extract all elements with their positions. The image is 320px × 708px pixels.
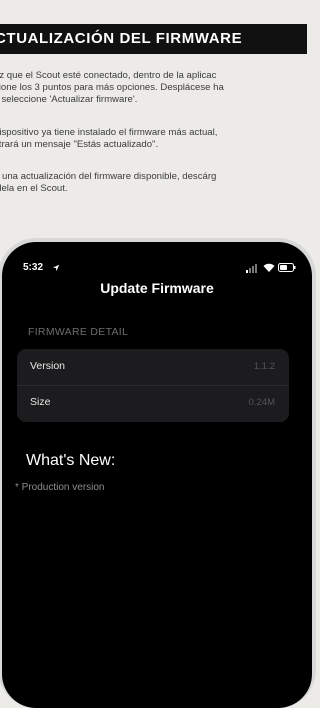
status-bar: 5:32 — [2, 262, 312, 276]
size-label: Size — [30, 396, 51, 408]
version-value: 1.1.2 — [253, 361, 275, 372]
whats-new-item: * Production version — [15, 482, 105, 493]
version-label: Version — [30, 360, 66, 372]
size-value: 0.24M — [248, 397, 275, 408]
cellular-signal-icon — [246, 264, 257, 273]
detail-row-version: Version 1.1.2 — [17, 349, 289, 386]
phone-frame: 5:32 Update Firmware FIRMWARE DETAIL Ver… — [0, 238, 316, 708]
firmware-detail-card: Version 1.1.2 Size 0.24M — [17, 349, 289, 422]
battery-icon — [278, 263, 296, 272]
firmware-detail-header: FIRMWARE DETAIL — [28, 326, 129, 338]
instruction-paragraph-3: e una actualización del firmware disponi… — [0, 171, 217, 194]
phone-screen: 5:32 Update Firmware FIRMWARE DETAIL Ver… — [2, 242, 312, 708]
detail-row-size: Size 0.24M — [17, 385, 289, 421]
instruction-paragraph-1: ez que el Scout esté conectado, dentro d… — [0, 70, 224, 105]
location-arrow-icon — [52, 264, 60, 272]
status-time: 5:32 — [23, 262, 44, 273]
section-heading: CTUALIZACIÓN DEL FIRMWARE — [0, 24, 307, 54]
wifi-icon — [263, 263, 275, 272]
whats-new-title: What's New: — [26, 452, 116, 469]
screen-title: Update Firmware — [100, 280, 214, 296]
instruction-paragraph-2: dispositivo ya tiene instalado el firmwa… — [0, 127, 218, 150]
